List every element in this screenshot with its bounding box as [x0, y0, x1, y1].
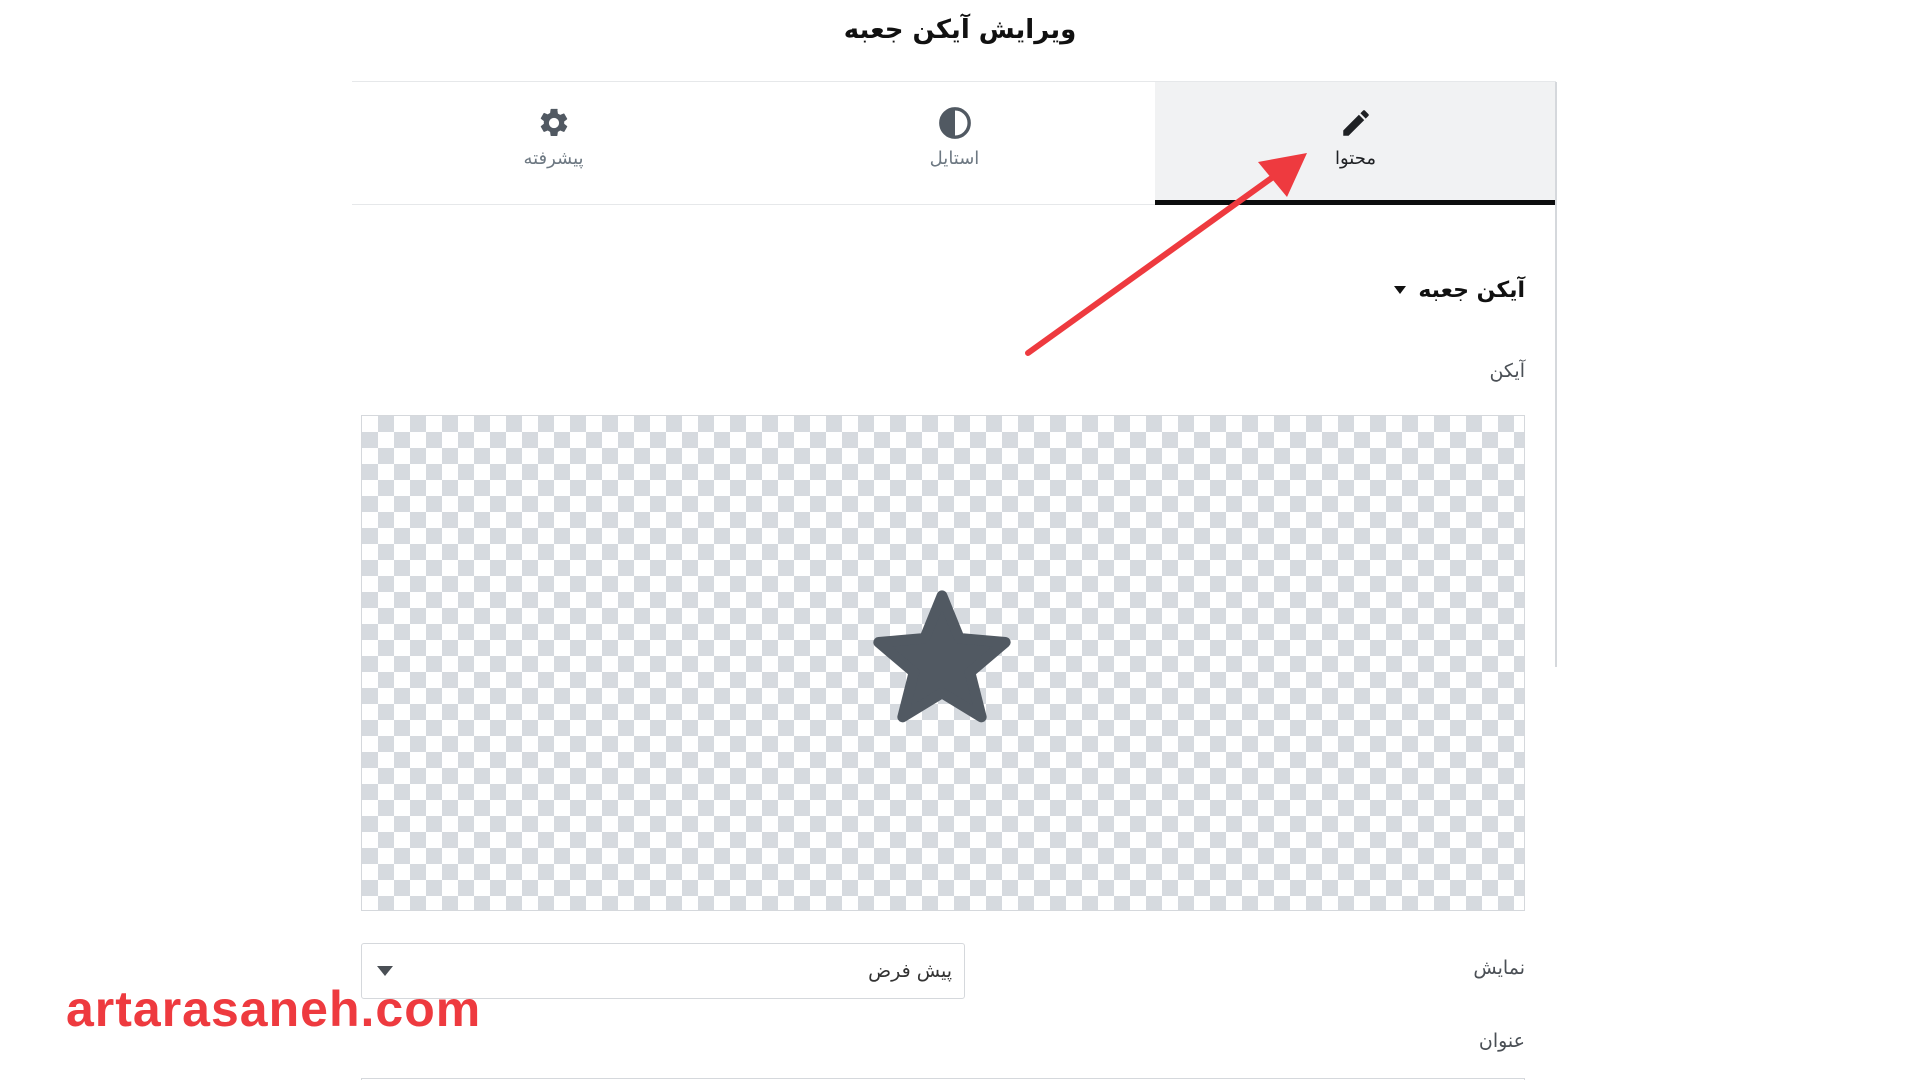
caret-down-icon — [1394, 286, 1407, 294]
tab-advanced-label: پیشرفته — [523, 148, 584, 169]
editor-stage: ویرایش آیکن جعبه محتوا استایل پیشرفته آی… — [0, 0, 1920, 1080]
star-icon — [873, 590, 1011, 723]
tab-style-label: استایل — [929, 148, 980, 169]
panel-title: ویرایش آیکن جعبه — [843, 15, 1077, 45]
pencil-icon — [1342, 110, 1369, 136]
chevron-down-icon — [377, 966, 393, 976]
tab-content[interactable]: محتوا — [1155, 82, 1556, 205]
editor-tabs: محتوا استایل پیشرفته — [352, 81, 1556, 205]
section-title: آیکن جعبه — [1418, 277, 1525, 303]
icon-field-label: آیکن — [1489, 360, 1525, 382]
gear-icon — [540, 108, 567, 137]
tab-advanced[interactable]: پیشرفته — [353, 82, 754, 204]
section-toggle[interactable]: آیکن جعبه — [1392, 270, 1525, 310]
icon-picker[interactable] — [361, 415, 1525, 911]
tab-style[interactable]: استایل — [754, 82, 1155, 204]
view-select-value: پیش فرض — [868, 960, 952, 982]
half-circle-icon — [938, 107, 971, 139]
title-field-label: عنوان — [1478, 1030, 1525, 1052]
view-field-label: نمایش — [1473, 957, 1525, 979]
panel-scrollbar[interactable] — [1555, 82, 1557, 667]
watermark: artarasaneh.com — [66, 981, 482, 1037]
tab-content-label: محتوا — [1335, 148, 1376, 169]
